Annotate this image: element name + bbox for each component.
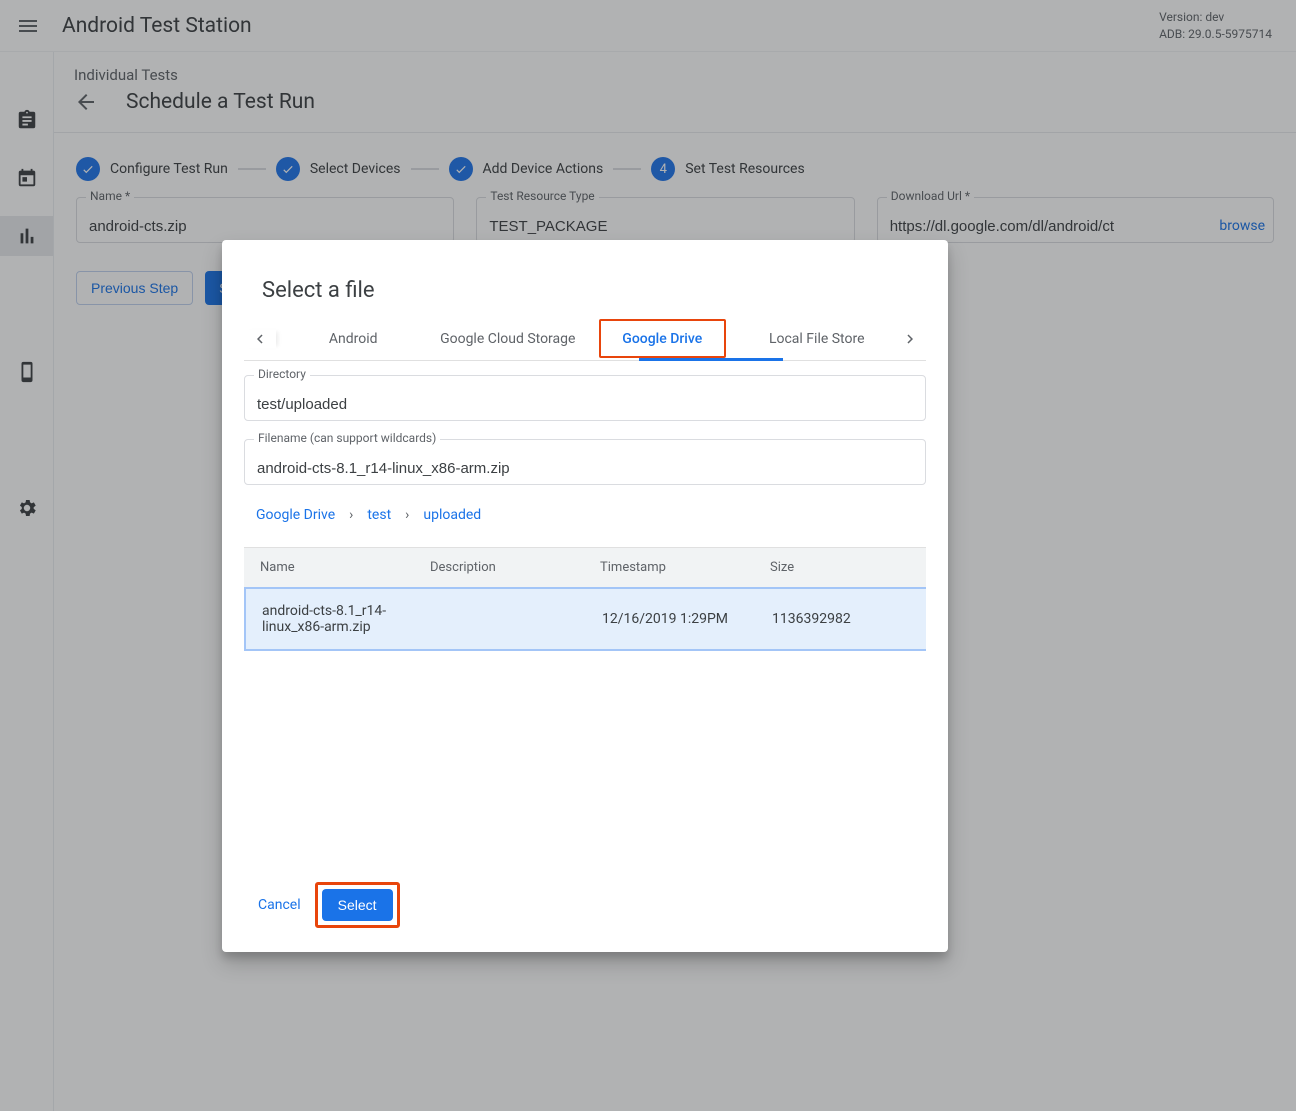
table-header: Name Description Timestamp Size	[244, 547, 926, 587]
tabs-scroll-left[interactable]	[244, 330, 276, 348]
table-row[interactable]: android-cts-8.1_r14-linux_x86-arm.zip 12…	[244, 587, 926, 651]
select-highlight: Select	[315, 882, 400, 928]
filename-label: Filename (can support wildcards)	[254, 431, 440, 445]
chevron-left-icon	[251, 330, 269, 348]
select-button[interactable]: Select	[322, 889, 393, 921]
crumb-test[interactable]: test	[367, 507, 391, 523]
cell-size: 1136392982	[772, 611, 910, 627]
chevron-right-icon: ›	[349, 507, 353, 523]
col-desc: Description	[430, 560, 600, 575]
crumb-uploaded[interactable]: uploaded	[423, 507, 481, 523]
tab-local[interactable]: Local File Store	[740, 317, 895, 360]
chevron-right-icon	[901, 330, 919, 348]
tab-gcs[interactable]: Google Cloud Storage	[431, 317, 586, 360]
file-select-dialog: Select a file Android Google Cloud Stora…	[222, 240, 948, 952]
file-table: Name Description Timestamp Size android-…	[244, 547, 926, 651]
tab-android[interactable]: Android	[276, 317, 431, 360]
cancel-button[interactable]: Cancel	[258, 897, 301, 913]
dialog-title: Select a file	[222, 264, 948, 317]
tabs-scroll-right[interactable]	[894, 330, 926, 348]
tab-google-drive[interactable]: Google Drive	[585, 317, 740, 360]
cell-ts: 12/16/2019 1:29PM	[602, 611, 772, 627]
directory-field: Directory	[244, 375, 926, 421]
directory-input[interactable]	[257, 396, 913, 413]
col-name: Name	[260, 560, 430, 575]
path-breadcrumb: Google Drive › test › uploaded	[244, 503, 926, 523]
col-size: Size	[770, 560, 910, 575]
filename-input[interactable]	[257, 460, 913, 477]
crumb-root[interactable]: Google Drive	[256, 507, 335, 523]
directory-label: Directory	[254, 367, 310, 381]
col-ts: Timestamp	[600, 560, 770, 575]
filename-field: Filename (can support wildcards)	[244, 439, 926, 485]
cell-name: android-cts-8.1_r14-linux_x86-arm.zip	[262, 603, 432, 635]
chevron-right-icon: ›	[405, 507, 409, 523]
